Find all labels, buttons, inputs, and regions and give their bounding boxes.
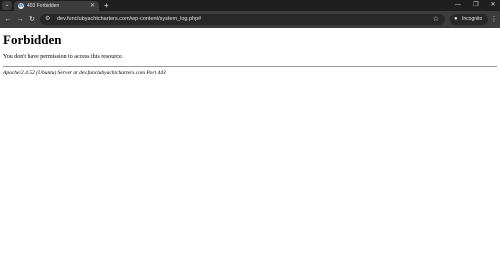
server-signature: Apache/2.4.52 (Ubuntu) Server at dev.fun…	[3, 70, 166, 76]
reload-icon[interactable]: ↻	[27, 14, 37, 25]
error-message: You don't have permission to access this…	[3, 54, 124, 60]
chevron-down-icon[interactable]: ⌄	[2, 1, 12, 10]
wordpress-icon: W	[18, 3, 24, 9]
url-text[interactable]: dev.funclubyachtcharters.com/wp-content/…	[57, 14, 201, 25]
page-title: Forbidden	[3, 32, 62, 47]
site-info-icon[interactable]: ⚙	[45, 14, 50, 25]
window-close-icon[interactable]: ✕	[487, 0, 499, 11]
bookmark-star-icon[interactable]: ☆	[433, 14, 439, 25]
divider	[3, 66, 497, 67]
back-icon[interactable]: ←	[3, 14, 13, 25]
new-tab-icon[interactable]: +	[104, 0, 109, 11]
tab-strip: ⌄ W 403 Forbidden ✕ + — ❐ ✕	[0, 0, 500, 11]
incognito-label: Incognito	[462, 16, 483, 22]
tab-active[interactable]: W 403 Forbidden ✕	[14, 1, 99, 11]
forward-icon[interactable]: →	[15, 14, 25, 25]
address-bar[interactable]: ⚙ dev.funclubyachtcharters.com/wp-conten…	[40, 14, 445, 25]
tab-close-icon[interactable]: ✕	[90, 1, 95, 11]
tab-title: 403 Forbidden	[27, 3, 60, 9]
page-content: Forbidden You don't have permission to a…	[0, 28, 500, 260]
browser-toolbar: ← → ↻ ⚙ dev.funclubyachtcharters.com/wp-…	[0, 11, 500, 28]
minimize-icon[interactable]: —	[452, 0, 464, 11]
maximize-icon[interactable]: ❐	[470, 0, 482, 11]
kebab-menu-icon[interactable]: ⋮	[490, 14, 498, 25]
incognito-icon: ●	[454, 16, 458, 22]
incognito-badge[interactable]: ● Incognito	[450, 14, 488, 25]
